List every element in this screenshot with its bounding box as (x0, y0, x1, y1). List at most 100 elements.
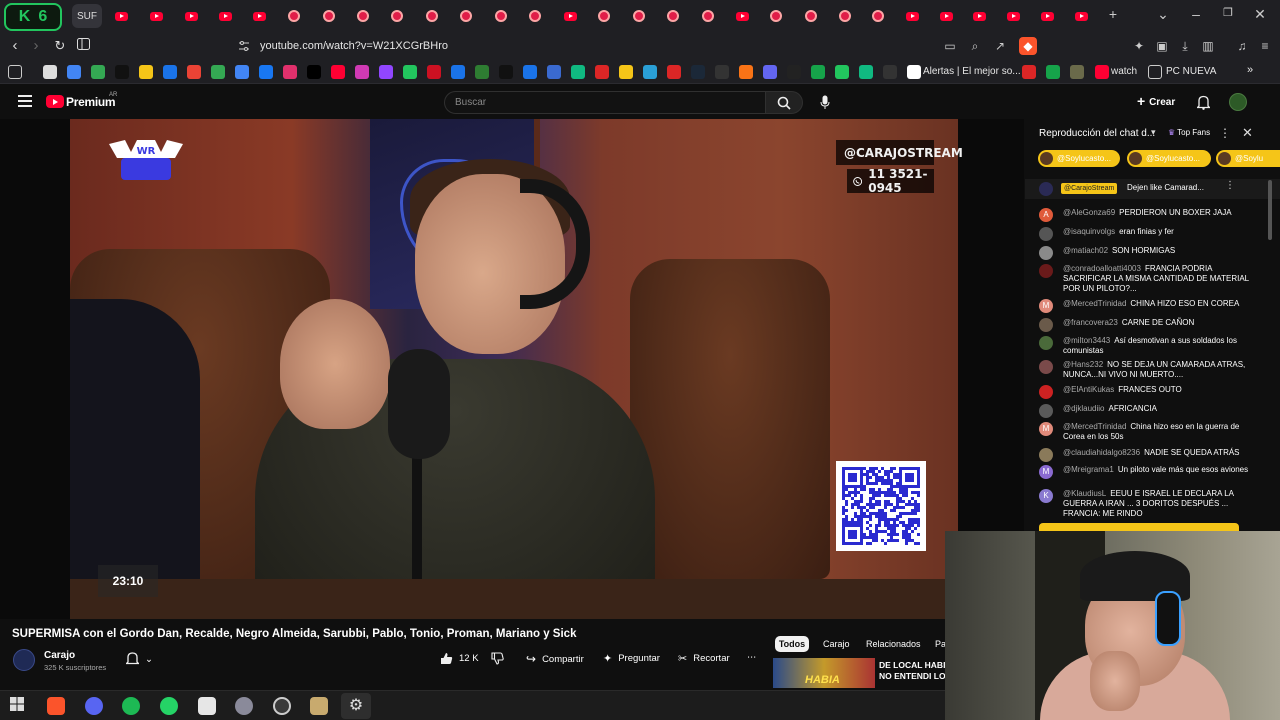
reload-button[interactable]: ↻ (50, 36, 70, 56)
brave-taskbar-icon[interactable] (47, 697, 65, 715)
video-player[interactable]: WR @CARAJOSTREAM 11 3521-0945 23:10 (0, 119, 1024, 619)
browser-tab[interactable] (248, 6, 270, 26)
browser-tab[interactable] (662, 6, 684, 26)
bookmark-favicon-icon[interactable] (547, 65, 561, 79)
premium-logo-text[interactable]: Premium (66, 95, 116, 109)
bookmark-favicon-icon[interactable] (643, 65, 657, 79)
browser-tab[interactable] (490, 6, 512, 26)
browser-tab[interactable] (834, 6, 856, 26)
browser-tab[interactable] (968, 6, 990, 26)
bookmark-favicon-icon[interactable] (523, 65, 537, 79)
spotify-taskbar-icon[interactable] (122, 697, 140, 715)
chat-message[interactable]: @francovera23 CARNE DE CAÑON (1039, 318, 1257, 332)
pinned-options-icon[interactable]: ⋮ (1225, 180, 1235, 191)
chat-message[interactable]: M @Mreigrama1 Un piloto vale más que esos … (1039, 465, 1257, 479)
chat-message[interactable]: @milton3443 Así desmotivan a sus soldados… (1039, 336, 1257, 356)
browser-tab[interactable] (765, 6, 787, 26)
media-icon[interactable]: ♫ (1233, 37, 1251, 55)
bookmark-favicon-icon[interactable] (43, 65, 57, 79)
channel-name[interactable]: Carajo (44, 650, 75, 661)
chat-message[interactable]: M @MercedTrinidad CHINA HIZO ESO EN COREA (1039, 299, 1257, 313)
bookmark-favicon-icon[interactable] (211, 65, 225, 79)
bookmark-pc-nueva[interactable]: PC NUEVA (1166, 66, 1216, 77)
search-input[interactable]: Buscar (444, 91, 766, 114)
settings-gear-icon[interactable]: ⚙ (347, 697, 365, 715)
bookmark-favicon-icon[interactable] (187, 65, 201, 79)
share-icon[interactable]: ↗ (991, 37, 1009, 55)
related-video-thumbnail[interactable]: HABIA (773, 658, 875, 688)
bookmark-favicon-icon[interactable] (595, 65, 609, 79)
bookmark-favicon-icon[interactable] (667, 65, 681, 79)
more-actions-icon[interactable]: ⋯ (747, 652, 757, 663)
brave-shield-icon[interactable]: ◆ (1019, 37, 1037, 55)
youtube-logo-icon[interactable] (46, 95, 64, 108)
bookmark-favicon-icon[interactable] (235, 65, 249, 79)
fan-pill[interactable]: @Soylucasto... (1127, 150, 1211, 167)
discord-taskbar-icon[interactable] (85, 697, 103, 715)
create-button[interactable]: + Crear (1137, 93, 1175, 109)
bookmark-favicon-icon[interactable] (1046, 65, 1060, 79)
browser-tab[interactable] (697, 6, 719, 26)
search-button[interactable] (765, 91, 803, 114)
browser-tab[interactable] (145, 6, 167, 26)
chat-mode-chevron-icon[interactable]: ▾ (1151, 127, 1156, 138)
menu-icon[interactable]: ≡ (1256, 37, 1274, 55)
folder-icon[interactable] (1148, 65, 1162, 79)
chat-message[interactable]: M @MercedTrinidad China hizo eso en la gue… (1039, 422, 1257, 442)
bookmark-favicon-icon[interactable] (331, 65, 345, 79)
chat-more-options-icon[interactable]: ⋮ (1219, 126, 1231, 140)
fan-pill[interactable]: @Soylucasto... (1038, 150, 1120, 167)
app-taskbar-icon[interactable] (235, 697, 253, 715)
browser-tab[interactable] (1070, 6, 1092, 26)
bookmark-favicon-icon[interactable] (1070, 65, 1084, 79)
k6-extension-badge[interactable]: K 6 (4, 3, 62, 31)
account-avatar[interactable] (1229, 93, 1247, 111)
browser-tab-active[interactable]: SUF (72, 4, 102, 28)
download-icon[interactable]: ⤓ (1176, 37, 1194, 55)
chat-message[interactable]: K @KlaudiusL EEUU E ISRAEL LE DECLARA LA G… (1039, 489, 1257, 519)
channel-avatar[interactable] (13, 649, 35, 671)
bookmark-favicon-icon[interactable] (859, 65, 873, 79)
alertas-bookmark-icon[interactable] (907, 65, 921, 79)
bookmark-favicon-icon[interactable] (451, 65, 465, 79)
bookmark-favicon-icon[interactable] (427, 65, 441, 79)
windows-start-icon[interactable] (10, 697, 28, 715)
bookmark-favicon-icon[interactable] (115, 65, 129, 79)
browser-tab[interactable] (110, 6, 132, 26)
bookmark-alertas[interactable]: Alertas | El mejor so... (923, 66, 1021, 77)
close-window-button[interactable]: ✕ (1250, 6, 1270, 23)
bookmark-favicon-icon[interactable] (475, 65, 489, 79)
bookmark-favicon-icon[interactable] (835, 65, 849, 79)
sidebar-toggle-icon[interactable] (73, 36, 93, 56)
clip-button[interactable]: ✂ Recortar (678, 652, 730, 665)
browser-tab[interactable] (867, 6, 889, 26)
browser-tab[interactable] (1036, 6, 1058, 26)
notifications-button[interactable] (1195, 93, 1211, 111)
browser-tab[interactable] (1002, 6, 1024, 26)
bookmark-favicon-icon[interactable] (1022, 65, 1036, 79)
like-button[interactable]: 12 K (440, 652, 479, 665)
bookmark-favicon-icon[interactable] (763, 65, 777, 79)
obs-taskbar-icon[interactable] (273, 697, 291, 715)
browser-tab[interactable] (455, 6, 477, 26)
restore-button[interactable]: ❐ (1218, 6, 1238, 19)
bookmark-favicon-icon[interactable] (259, 65, 273, 79)
apps-grid-icon[interactable] (8, 65, 22, 79)
bookmark-favicon-icon[interactable] (139, 65, 153, 79)
extensions-icon[interactable]: ✦ (1130, 37, 1148, 55)
new-tab-button[interactable]: + (1103, 6, 1123, 22)
bookmark-favicon-icon[interactable] (787, 65, 801, 79)
chat-message[interactable]: @djklaudiio AFRICANCIA (1039, 404, 1257, 418)
close-chat-icon[interactable]: ✕ (1242, 125, 1253, 141)
browser-tab[interactable] (421, 6, 443, 26)
browser-tab[interactable] (901, 6, 923, 26)
bookmark-favicon-icon[interactable] (283, 65, 297, 79)
bookmark-favicon-icon[interactable] (163, 65, 177, 79)
bookmark-favicon-icon[interactable] (91, 65, 105, 79)
browser-tab[interactable] (524, 6, 546, 26)
bookmark-favicon-icon[interactable] (811, 65, 825, 79)
ask-button[interactable]: ✦ Preguntar (603, 652, 660, 665)
chip-relacionados[interactable]: Relacionados (866, 636, 921, 652)
browser-tab[interactable] (214, 6, 236, 26)
cast-icon[interactable]: ▭ (941, 37, 959, 55)
